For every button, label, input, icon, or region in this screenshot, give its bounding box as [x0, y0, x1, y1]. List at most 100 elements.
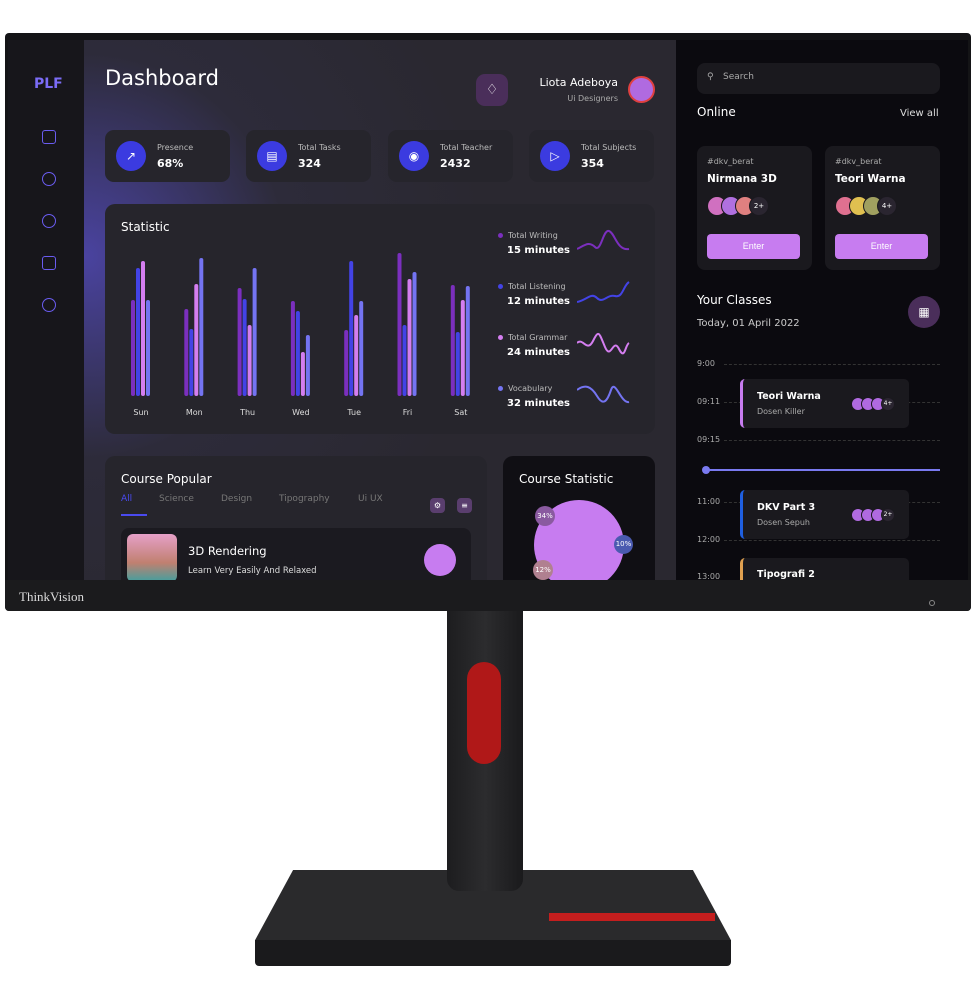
settings-icon[interactable]: ⚙ [430, 498, 445, 513]
bell-icon[interactable]: ♢ [476, 74, 508, 106]
time-label: 9:00 [697, 359, 715, 368]
divider [724, 440, 940, 441]
pie-chart-icon[interactable] [42, 172, 56, 186]
sparkline [577, 230, 630, 251]
sparkline [577, 332, 630, 355]
tab-tipography[interactable]: Tipography [279, 494, 330, 504]
x-tick-label: Mon [186, 408, 203, 417]
wallet-icon[interactable] [42, 256, 56, 270]
bar-mon-0 [184, 309, 189, 396]
bar-tue-1 [349, 261, 354, 396]
x-tick-label: Sun [133, 408, 148, 417]
bar-sat-2 [460, 300, 465, 396]
class-item[interactable]: Teori Warna Dosen Killer 4+ [740, 379, 909, 428]
legend-value: 15 minutes [507, 245, 570, 256]
time-label: 09:11 [697, 397, 721, 406]
legend-label: Total Writing [508, 231, 558, 240]
class-item[interactable]: Tipografi 2 [740, 558, 909, 580]
calendar-icon[interactable]: ▦ [908, 296, 940, 328]
sidebar: PLF [8, 40, 84, 580]
bar-tue-2 [354, 315, 359, 396]
stat-label: Total Teacher [440, 143, 493, 152]
stat-label: Total Tasks [298, 143, 341, 152]
section-title: Online [697, 105, 736, 119]
divider [724, 540, 940, 541]
megaphone-icon: ▷ [540, 141, 570, 171]
class-name: Nirmana 3D [707, 173, 777, 185]
bar-mon-1 [189, 329, 194, 396]
tag: #dkv_berat [707, 157, 754, 166]
bar-wed-1 [295, 311, 300, 396]
legend-label: Total Listening [508, 282, 566, 291]
more-count: 4+ [881, 397, 895, 411]
bar-wed-0 [290, 301, 295, 396]
time-label: 12:00 [697, 535, 721, 544]
date: Today, 01 April 2022 [697, 318, 800, 329]
more-count: 4+ [877, 196, 897, 216]
online-card: #dkv_berat Nirmana 3D 2+ Enter [697, 146, 812, 270]
stat-card-subjects: ▷ Total Subjects 354 [529, 130, 654, 182]
user-role: Ui Designers [567, 94, 618, 103]
bar-wed-3 [305, 335, 310, 396]
grid-icon[interactable] [42, 130, 56, 144]
user-name: Liota Adeboya [539, 76, 618, 89]
tab-all[interactable]: All [121, 494, 132, 504]
time-label: 09:15 [697, 435, 721, 444]
section-title: Course Popular [121, 472, 212, 486]
legend-dot [498, 335, 503, 340]
legend-label: Vocabulary [508, 384, 553, 393]
tab-science[interactable]: Science [159, 494, 194, 504]
course-popular-panel: Course Popular All Science Design Tipogr… [105, 456, 487, 580]
search-icon: ⚲ [707, 72, 714, 82]
tab-design[interactable]: Design [221, 494, 252, 504]
chat-icon[interactable] [42, 214, 56, 228]
bar-fri-1 [402, 325, 407, 396]
bubble-label: 12% [533, 560, 553, 580]
x-tick-label: Tue [346, 408, 361, 417]
stat-label: Total Subjects [581, 143, 637, 152]
section-title: Your Classes [697, 293, 772, 307]
bar-sun-0 [131, 300, 135, 396]
sparkline [577, 385, 630, 403]
stat-card-tasks: ▤ Total Tasks 324 [246, 130, 371, 182]
tab-ui-ux[interactable]: Ui UX [358, 494, 383, 504]
current-time-line [706, 469, 940, 471]
online-card: #dkv_berat Teori Warna 4+ Enter [825, 146, 940, 270]
legend-value: 12 minutes [507, 296, 570, 307]
search-input[interactable]: Search [697, 63, 940, 94]
bar-wed-2 [300, 352, 305, 396]
bar-sun-2 [141, 261, 145, 396]
bar-tue-0 [344, 330, 349, 396]
bar-sun-3 [146, 300, 150, 396]
power-button[interactable] [929, 600, 935, 606]
sparkline [577, 281, 630, 303]
legend-dot [498, 284, 503, 289]
x-tick-label: Thu [239, 408, 255, 417]
main-content: Dashboard ♢ Liota Adeboya Ui Designers ↗… [84, 40, 676, 580]
x-tick-label: Wed [292, 408, 309, 417]
tag: #dkv_berat [835, 157, 882, 166]
bar-sat-3 [465, 286, 470, 396]
class-name: DKV Part 3 [757, 502, 816, 513]
avatar[interactable] [628, 76, 655, 103]
trend-icon: ↗ [116, 141, 146, 171]
x-tick-label: Sat [454, 408, 467, 417]
filter-icon[interactable]: ≡ [457, 498, 472, 513]
enter-button[interactable]: Enter [707, 234, 800, 259]
enter-button[interactable]: Enter [835, 234, 928, 259]
class-name: Tipografi 2 [757, 569, 815, 580]
course-item[interactable]: 3D Rendering Learn Very Easily And Relax… [121, 528, 471, 580]
legend-label: Total Grammar [508, 333, 568, 342]
class-item[interactable]: DKV Part 3 Dosen Sepuh 2+ [740, 490, 909, 539]
view-all-link[interactable]: View all [900, 108, 939, 119]
bar-thu-1 [242, 299, 247, 396]
stat-card-presence: ↗ Presence 68% [105, 130, 230, 182]
stat-value: 68% [157, 157, 184, 170]
legend-value: 32 minutes [507, 398, 570, 409]
statistic-panel: Statistic Sun Mon Thu Wed Tue Fri Sat Total Wr… [105, 204, 655, 434]
document-icon: ▤ [257, 141, 287, 171]
settings-icon[interactable] [42, 298, 56, 312]
bar-fri-3 [412, 272, 417, 396]
bubble-label: 10% [614, 535, 633, 554]
x-tick-label: Fri [403, 408, 413, 417]
